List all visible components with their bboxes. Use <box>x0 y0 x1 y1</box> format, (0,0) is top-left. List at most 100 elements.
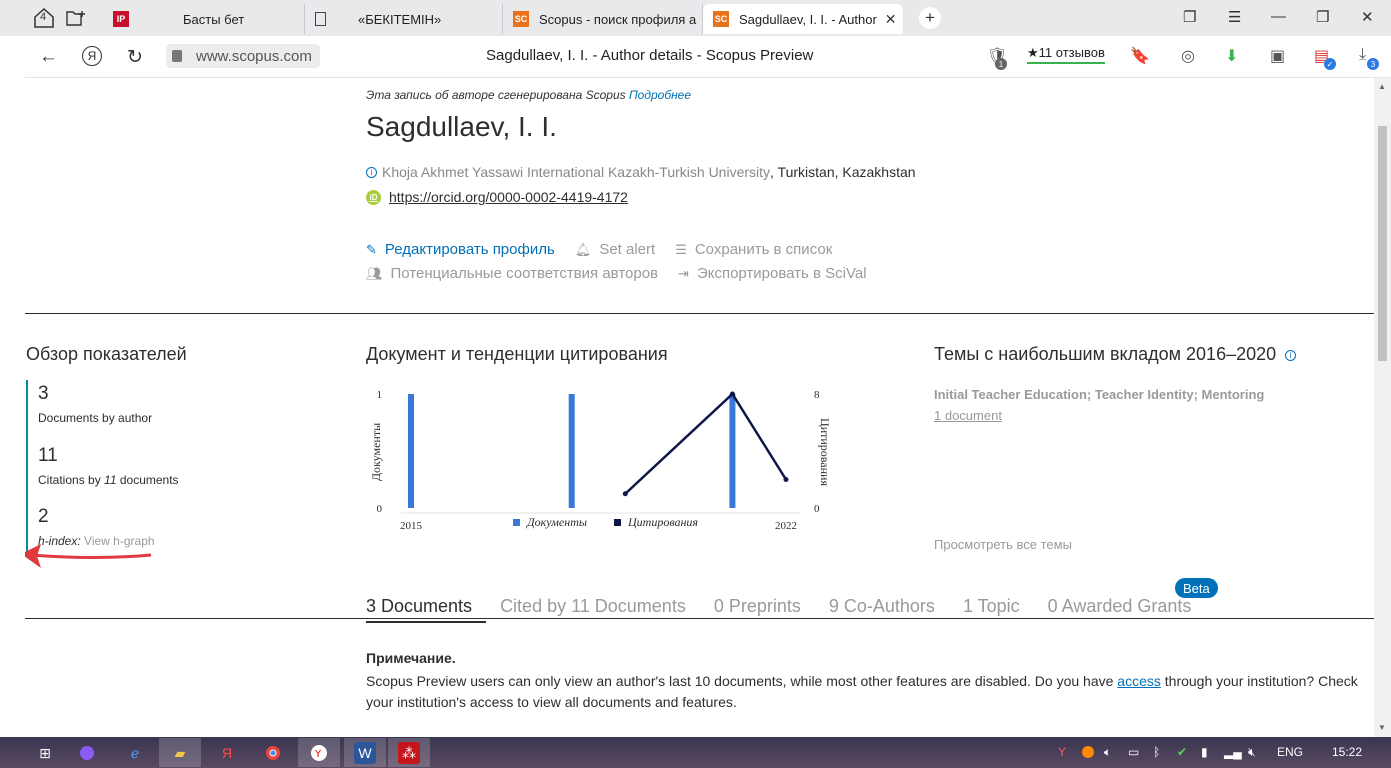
yandex-browser-icon[interactable]: Y <box>308 742 330 764</box>
citations-label-post: documents <box>119 473 179 487</box>
ie-icon[interactable]: ℯ <box>124 742 146 764</box>
protect-badge: 1 <box>995 58 1007 70</box>
alice-taskbar-icon[interactable] <box>76 742 98 764</box>
yandex-app-icon[interactable]: Я <box>216 742 238 764</box>
users-icon: 👥︎ <box>366 265 383 281</box>
orcid-link[interactable]: https://orcid.org/0000-0002-4419-4172 <box>389 189 628 205</box>
citation-point <box>783 477 789 482</box>
bookmark-icon[interactable]: 🔖 <box>1130 46 1150 66</box>
new-tab-button[interactable]: + <box>919 7 941 29</box>
acrobat-icon[interactable]: ⁂ <box>398 742 420 764</box>
y-left-axis-label: Документы <box>369 423 383 481</box>
page-title: Sagdullaev, I. I. - Author details - Sco… <box>486 47 814 64</box>
reload-icon[interactable]: ↻ <box>127 46 143 69</box>
topics-title-text: Темы с наибольшим вкладом 2016–2020 <box>934 344 1277 364</box>
x-tick-label: 2022 <box>775 520 797 532</box>
battery-icon[interactable]: ▮ <box>1201 745 1208 759</box>
chart-title: Документ и тенденции цитирования <box>366 344 668 364</box>
export-icon: ⇥ <box>678 265 689 281</box>
url-field[interactable]: www.scopus.com <box>166 44 320 68</box>
info-icon[interactable]: i <box>366 166 377 178</box>
legend-documents-swatch <box>513 519 520 526</box>
ip-favicon: IP <box>113 11 129 27</box>
word-icon[interactable]: W <box>354 742 376 764</box>
collections-icon[interactable]: ❐ <box>1183 8 1196 26</box>
network-icon[interactable]: ▂▄ <box>1224 745 1242 759</box>
potential-matches-button[interactable]: 👥︎ Потенциальные соответствия авторов <box>366 265 658 282</box>
close-window-icon[interactable]: ✕ <box>1361 8 1374 26</box>
tab-scopus-search[interactable]: SC Scopus - поиск профиля а <box>503 4 703 34</box>
tab-home[interactable]: IP Басты бет <box>103 4 305 34</box>
scrollbar-thumb[interactable] <box>1378 126 1387 361</box>
chrome-icon[interactable] <box>262 742 284 764</box>
windows-start-icon[interactable]: ⊞ <box>34 742 56 764</box>
orange-tray-icon[interactable] <box>1081 745 1095 762</box>
orcid-icon: iD <box>366 189 381 205</box>
view-all-topics-link[interactable]: Просмотреть все темы <box>934 537 1072 552</box>
bell-icon: 🔔︎ <box>574 241 592 257</box>
access-link[interactable]: access <box>1117 673 1161 689</box>
document-favicon <box>315 12 326 26</box>
edit-profile-button[interactable]: ✎ Редактировать профиль <box>366 241 555 258</box>
tab-label: Sagdullaev, I. I. - Author <box>739 11 877 27</box>
tab-label: «БЕКІТЕМІН» <box>358 11 442 27</box>
set-alert-label: Set alert <box>599 241 656 258</box>
potential-matches-label: Потенциальные соответствия авторов <box>390 265 659 282</box>
export-scival-button[interactable]: ⇥ Экспортировать в SciVal <box>678 265 867 282</box>
note-title: Примечание. <box>366 650 456 666</box>
document-bar <box>568 394 575 508</box>
yandex-tray-icon[interactable]: Y <box>1058 745 1066 759</box>
tabs-overview-button[interactable]: 4 <box>32 6 56 30</box>
citations-line <box>624 392 788 495</box>
set-alert-button[interactable]: 🔔︎ Set alert <box>575 241 655 258</box>
y-right-tick-label: 8 <box>814 389 820 401</box>
affiliation-name[interactable]: Khoja Akhmet Yassawi International Kazak… <box>382 164 770 180</box>
note-text-pre: Scopus Preview users can only view an au… <box>366 673 1114 689</box>
document-bar <box>729 394 736 508</box>
tab-label: Scopus - поиск профиля а <box>539 11 697 27</box>
page-scrollbar[interactable]: ▲ ▼ <box>1374 78 1391 737</box>
red-annotation-arrow <box>25 544 152 568</box>
url-text: www.scopus.com <box>196 47 312 65</box>
shield-check-icon[interactable]: ✔ <box>1177 745 1187 759</box>
reviews-link[interactable]: ★11 отзывов <box>1027 45 1105 64</box>
pencil-icon: ✎ <box>366 241 377 257</box>
topic-name: Initial Teacher Education; Teacher Ident… <box>934 387 1265 402</box>
yandex-icon[interactable]: Я <box>82 46 102 66</box>
clock[interactable]: 15:22 <box>1332 745 1362 759</box>
scroll-up-icon[interactable]: ▲ <box>1378 82 1386 91</box>
scroll-down-icon[interactable]: ▼ <box>1378 723 1386 732</box>
bluetooth-icon[interactable]: ᛒ <box>1153 745 1160 759</box>
downloads-icon[interactable]: ⤓ <box>1359 46 1366 64</box>
back-arrow-icon[interactable]: ← <box>39 46 58 68</box>
restore-icon[interactable]: ❐ <box>1316 8 1329 26</box>
citations-label-pre: Citations by <box>38 473 101 487</box>
menu-icon[interactable]: ☰ <box>1228 8 1241 26</box>
file-explorer-icon[interactable]: ▰ <box>169 742 191 764</box>
scopus-favicon: SC <box>713 11 729 27</box>
topics-info-icon[interactable]: i <box>1285 349 1297 361</box>
alice-icon[interactable]: ◎ <box>1181 46 1195 66</box>
list-icon: ☰ <box>675 241 687 257</box>
volume-icon[interactable]: 🔈︎ <box>1104 745 1111 760</box>
monitor-icon[interactable]: ▭ <box>1128 745 1139 759</box>
citation-point <box>622 491 628 497</box>
svg-text:Y: Y <box>314 749 322 760</box>
language-indicator[interactable]: ENG <box>1277 745 1303 759</box>
learn-more-link[interactable]: Подробнее <box>629 88 691 102</box>
tab-label: Басты бет <box>183 11 245 27</box>
download-green-icon[interactable]: ⬇ <box>1225 46 1238 66</box>
tab-author-details[interactable]: SC Sagdullaev, I. I. - Author ✕ <box>703 4 903 34</box>
check-badge-icon: ✓ <box>1324 58 1336 70</box>
close-tab-icon[interactable]: ✕ <box>885 11 897 28</box>
save-to-list-button[interactable]: ☰ Сохранить в список <box>675 241 832 258</box>
chart-layer: 0 1 0 8 2015 2022 Документы Цитирования Документ… <box>369 389 832 532</box>
minimize-icon[interactable]: — <box>1271 8 1286 25</box>
y-right-axis-label: Цитирования <box>818 418 832 486</box>
mute-icon[interactable]: 🔇︎ <box>1248 745 1256 760</box>
tab-document[interactable]: «БЕКІТЕМІН» <box>305 4 503 34</box>
new-window-button[interactable] <box>64 6 88 30</box>
document-citation-trend-chart: 0 1 0 8 2015 2022 Документы Цитирования Документ… <box>369 389 832 532</box>
extension-icon[interactable]: ▣ <box>1270 46 1285 66</box>
topic-documents-link[interactable]: 1 document <box>934 408 1002 423</box>
